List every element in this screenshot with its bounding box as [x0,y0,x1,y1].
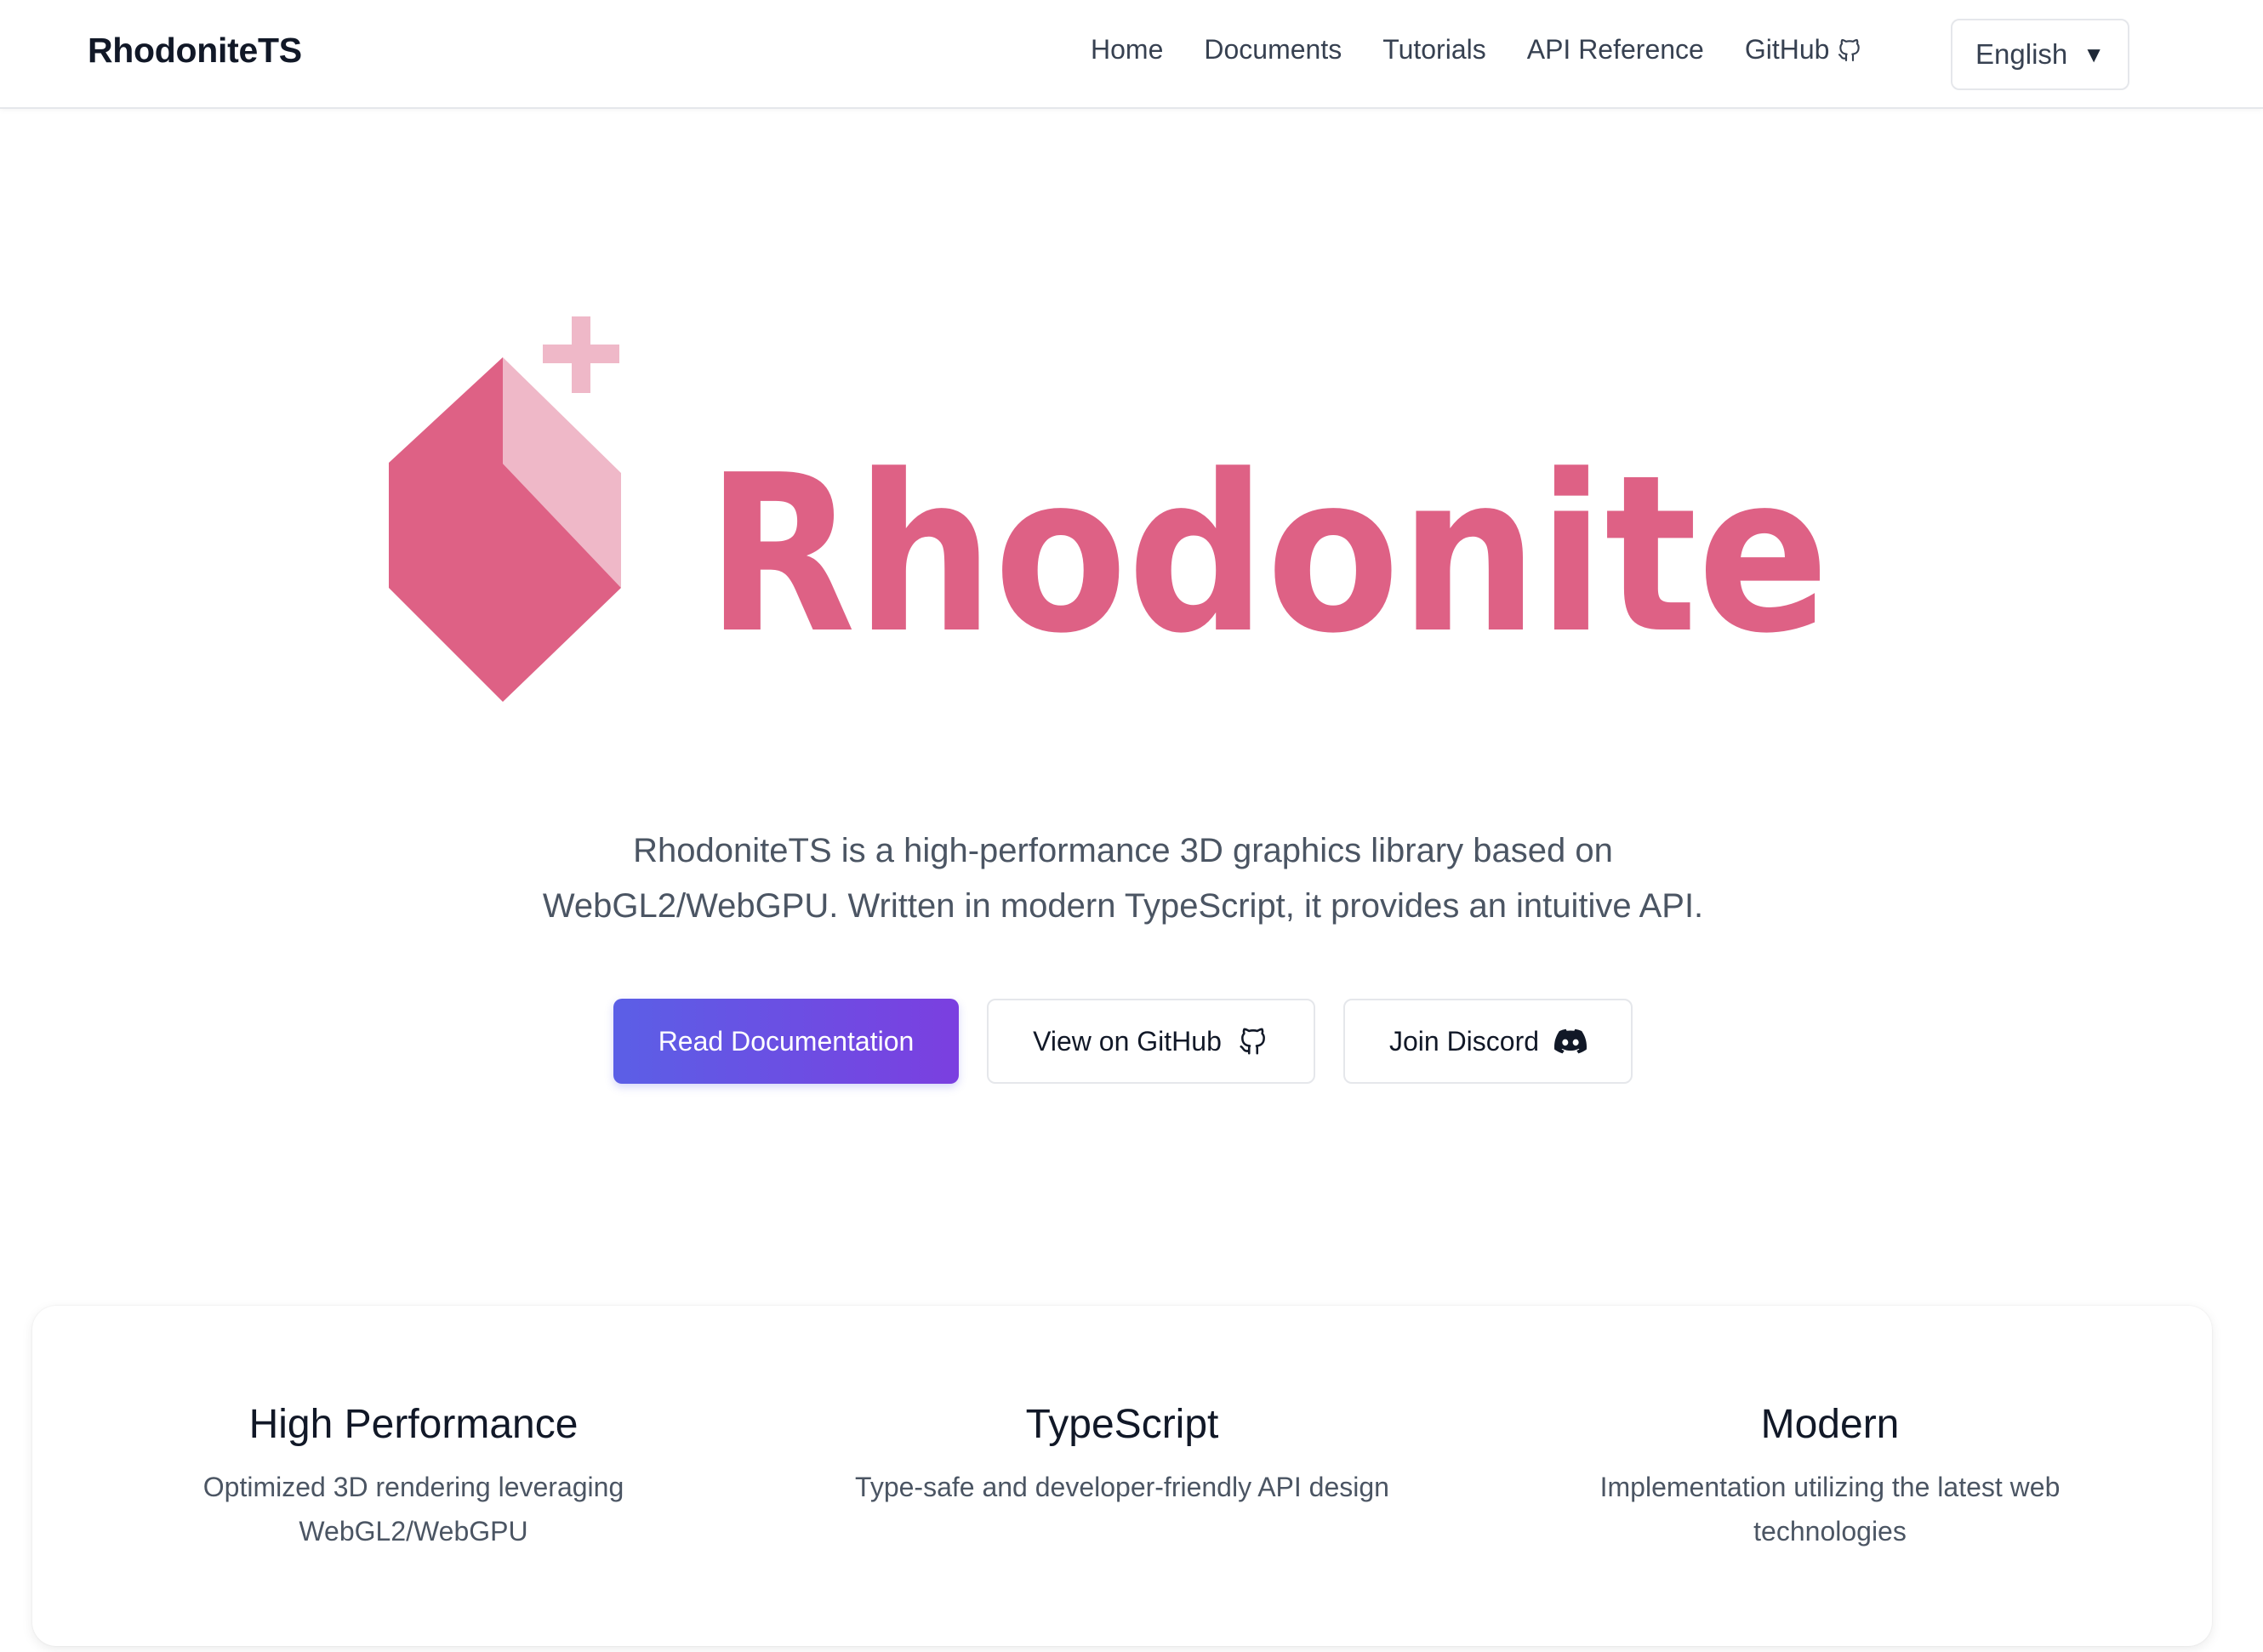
features-card: High Performance Optimized 3D rendering … [32,1306,2212,1646]
feature-title: TypeScript [1025,1402,1219,1447]
feature-title: High Performance [248,1402,579,1447]
feature-description-line: Optimized 3D rendering leveraging [202,1472,624,1502]
feature-description: Optimized 3D rendering leveraging WebGL2… [116,1465,711,1553]
hero-description-line: RhodoniteTS is a high-performance 3D gra… [633,832,1613,869]
feature-high-performance: High Performance Optimized 3D rendering … [116,1401,711,1553]
hero-description: RhodoniteTS is a high-performance 3D gra… [366,823,1880,934]
nav-link-label: Documents [1204,34,1342,65]
nav-link-home[interactable]: Home [1091,34,1163,66]
rhodonite-logo: Rhodonite [389,316,1829,702]
button-label: Read Documentation [658,1025,915,1057]
button-label: Join Discord [1388,1025,1540,1057]
hero-buttons: Read Documentation View on GitHub Join D… [613,999,1633,1084]
top-navbar: RhodoniteTS Home Documents Tutorials API… [0,0,2263,109]
feature-description-line: Type-safe and developer-friendly API des… [855,1472,1389,1502]
logo-wordmark: Rhodonite [706,429,1829,681]
hero-description-line: WebGL2/WebGPU. Written in modern TypeScr… [542,887,1704,925]
feature-typescript: TypeScript Type-safe and developer-frien… [824,1401,1420,1509]
caret-down-icon: ▼ [2083,41,2105,67]
feature-modern: Modern Implementation utilizing the late… [1532,1401,2128,1553]
feature-description: Type-safe and developer-friendly API des… [824,1465,1420,1509]
brand-logo-text[interactable]: RhodoniteTS [88,31,302,71]
nav-link-label: Tutorials [1382,34,1486,65]
github-icon [1237,1025,1269,1057]
nav-link-label: Home [1091,34,1164,65]
nav-link-api-reference[interactable]: API Reference [1527,34,1704,66]
github-icon [1836,37,1863,64]
feature-description: Implementation utilizing the latest web … [1532,1465,2128,1553]
nav-link-label: API Reference [1526,34,1704,65]
language-select-value: English [1975,38,2068,70]
nav-link-label: GitHub [1744,34,1830,65]
nav-links: Home Documents Tutorials API Reference G… [1091,34,1863,66]
read-documentation-button[interactable]: Read Documentation [613,999,959,1084]
feature-description-line: Implementation utilizing the latest web [1599,1472,2061,1502]
crystal-gem-icon [389,357,621,702]
nav-link-tutorials[interactable]: Tutorials [1382,34,1486,66]
nav-link-documents[interactable]: Documents [1204,34,1342,66]
button-label: View on GitHub [1033,1025,1222,1057]
nav-link-github[interactable]: GitHub [1745,34,1864,66]
plus-icon [543,316,619,393]
view-on-github-button[interactable]: View on GitHub [987,999,1315,1084]
language-select[interactable]: English ▼ [1951,19,2129,90]
join-discord-button[interactable]: Join Discord [1343,999,1633,1084]
feature-description-line: WebGL2/WebGPU [299,1516,528,1547]
discord-icon [1554,1025,1588,1057]
feature-description-line: technologies [1753,1516,1907,1547]
feature-title: Modern [1760,1402,1900,1447]
